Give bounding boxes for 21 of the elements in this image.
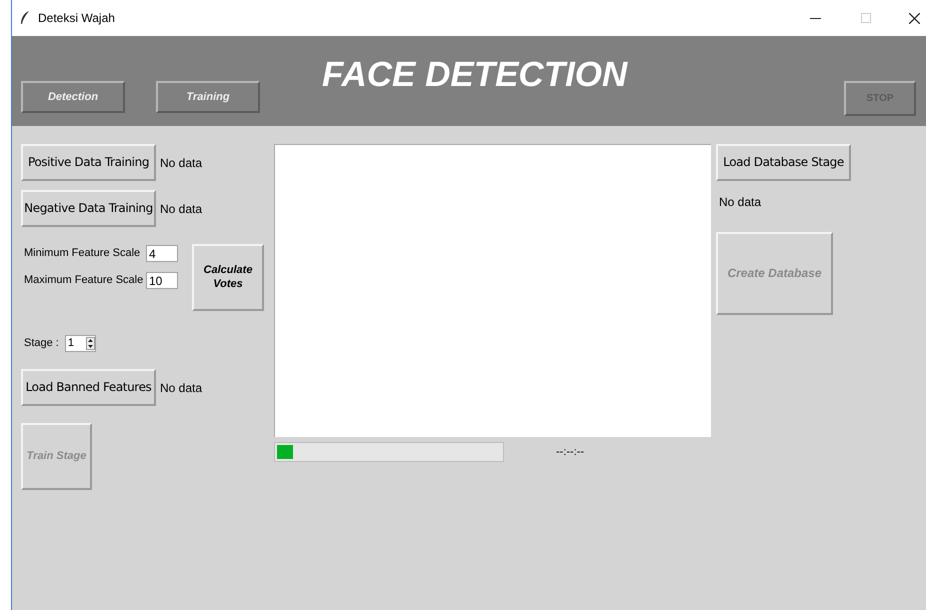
window-title: Deteksi Wajah	[38, 10, 115, 27]
status-text: No data	[160, 200, 202, 218]
stage-label: Stage :	[24, 336, 59, 352]
app-title: FACE DETECTION	[322, 54, 628, 96]
feather-icon	[20, 11, 30, 25]
close-icon[interactable]	[909, 12, 920, 24]
spinner-arrows-icon[interactable]	[86, 337, 95, 350]
load-banned-features-button[interactable]: Load Banned Features	[21, 369, 156, 406]
status-text: No data	[719, 194, 762, 211]
status-text: No data	[160, 154, 202, 172]
negative-training-button[interactable]: Negative Data Training	[21, 190, 156, 227]
positive-training-button[interactable]: Positive Data Training	[21, 144, 156, 181]
load-database-stage-button[interactable]: Load Database Stage	[716, 144, 851, 181]
min-scale-field[interactable]: 4	[146, 245, 178, 262]
max-scale-field[interactable]: 10	[146, 272, 178, 289]
time-text: --:--:--	[556, 444, 584, 460]
calculate-votes-button[interactable]: Calculate Votes	[192, 244, 264, 311]
field-label: Minimum Feature Scale	[24, 246, 142, 262]
stage-spinbox[interactable]: 1	[64, 335, 96, 352]
field-label: Maximum Feature Scale	[24, 273, 142, 288]
status-text: No data	[160, 380, 202, 396]
